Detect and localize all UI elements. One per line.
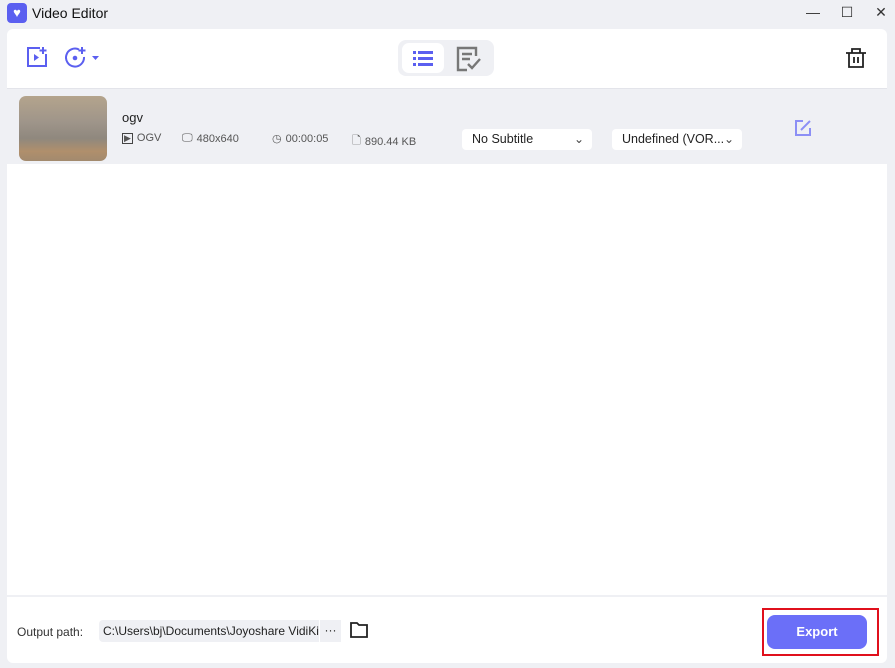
export-button[interactable]: Export [767, 615, 867, 649]
trash-icon[interactable] [845, 47, 867, 69]
add-video-icon[interactable] [26, 46, 48, 68]
chevron-down-icon: ⌄ [723, 132, 734, 146]
list-view-tab[interactable] [402, 43, 444, 73]
file-icon: 🗋 [352, 135, 361, 147]
size-text: 890.44 KB [364, 135, 417, 148]
file-size: 🗋 890.44 KB [352, 132, 416, 151]
close-button[interactable]: ✕ [871, 4, 891, 21]
title-bar [0, 0, 895, 28]
window-title: Video Editor [32, 5, 109, 21]
video-thumbnail [19, 96, 107, 161]
file-item[interactable] [7, 92, 887, 164]
app-logo-icon: ♥ [7, 3, 27, 23]
monitor-icon: 🖵 [182, 132, 193, 144]
maximize-button[interactable]: ☐ [837, 4, 857, 21]
duration-text: 00:00:05 [285, 132, 329, 145]
resolution-text: 480x640 [196, 132, 239, 145]
task-list-icon[interactable] [456, 46, 482, 72]
chevron-down-icon: ⌄ [573, 132, 584, 146]
edit-icon[interactable] [794, 119, 812, 137]
file-list-area [7, 164, 887, 595]
play-icon: ▶ [122, 132, 133, 144]
minimize-button[interactable]: — [803, 4, 823, 20]
file-name: ogv [122, 110, 143, 125]
folder-icon[interactable] [350, 622, 368, 638]
format-text: OGV [136, 132, 162, 144]
list-icon [413, 51, 433, 66]
file-duration: ◷ 00:00:05 [272, 132, 329, 146]
subtitle-select[interactable]: No Subtitle ⌄ [462, 129, 592, 150]
file-format: ▶ OGV [122, 132, 161, 144]
file-resolution: 🖵 480x640 [182, 132, 239, 145]
output-path-label: Output path: [17, 625, 84, 639]
add-disc-dropdown-icon[interactable] [65, 46, 101, 68]
output-path-field[interactable]: C:\Users\bj\Documents\Joyoshare VidiKit [99, 620, 341, 642]
audio-track-select[interactable]: Undefined (VOR... ⌄ [612, 129, 742, 150]
clock-icon: ◷ [272, 133, 282, 145]
browse-more-button[interactable]: ··· [319, 620, 341, 642]
subtitle-value: No Subtitle [472, 132, 534, 146]
audio-value: Undefined (VOR... [622, 132, 725, 146]
